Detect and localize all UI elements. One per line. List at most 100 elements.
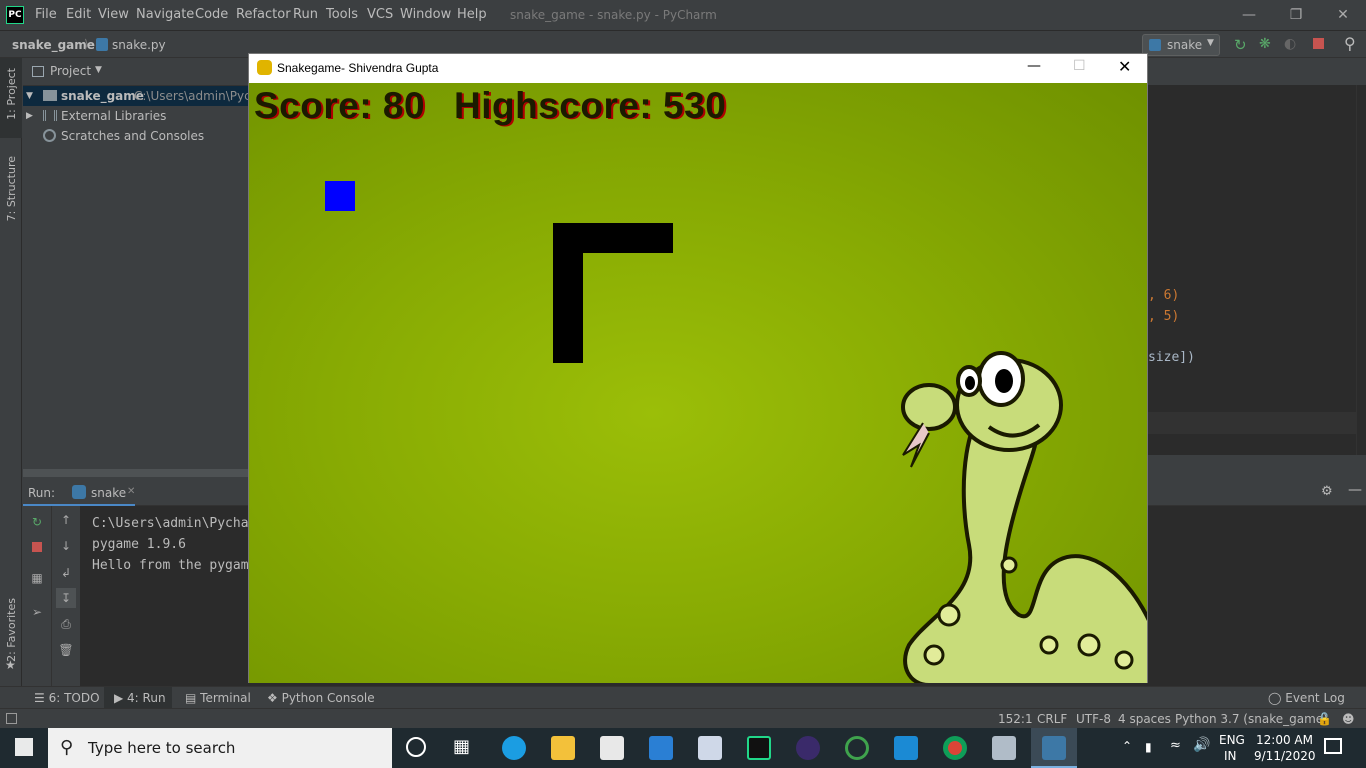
arrow-down-icon[interactable]: ↓ [56,536,76,556]
tree-item-snake-game[interactable]: ▼ snake_game C:\Users\admin\Pych [23,86,248,106]
project-view-icon [32,66,44,77]
score-label: Score: 80 [254,85,426,126]
notification-icon[interactable] [1324,738,1342,754]
breadcrumb-file[interactable]: snake.py [112,38,166,52]
rerun-icon[interactable]: ↻ [1234,36,1247,54]
tab-structure[interactable]: 7: Structure [5,156,18,221]
indent-setting[interactable]: 4 spaces [1118,712,1171,726]
tab-project[interactable]: 1: Project [5,68,18,120]
window-title: snake_game - snake.py - PyCharm [510,8,717,22]
game-canvas[interactable]: Score: 80 Highscore: 530 [249,83,1147,683]
task-view-icon[interactable]: ▦ [453,736,470,757]
file-encoding[interactable]: UTF-8 [1076,712,1111,726]
code-editor[interactable]: , 6) , 5) size]) [1148,85,1366,455]
menu-file[interactable]: File [35,7,57,22]
editor-scrollbar[interactable] [1356,85,1366,455]
vscode-icon[interactable] [894,736,918,760]
tab-run[interactable]: ▶ 4: Run [114,691,166,705]
language-region[interactable]: IN [1224,749,1237,763]
pin-icon[interactable]: ➢ [27,602,47,622]
line-separator[interactable]: CRLF [1037,712,1067,726]
lock-icon[interactable]: 🔓 [1317,712,1332,726]
menu-navigate[interactable]: Navigate [136,7,194,22]
game-titlebar[interactable]: Snakegame- Shivendra Gupta — ☐ ✕ [249,54,1147,83]
language-code[interactable]: ENG [1219,733,1245,747]
stop-icon[interactable] [27,538,47,558]
tab-python-console[interactable]: ❖ Python Console [267,691,375,705]
stop-icon[interactable] [1313,38,1324,49]
run-config-select[interactable]: snake ▼ [1142,34,1220,56]
close-tab-icon[interactable]: ✕ [127,486,135,497]
game-maximize-button[interactable]: ☐ [1073,58,1086,74]
breadcrumb-project[interactable]: snake_game [12,38,95,52]
menu-window[interactable]: Window [400,7,451,22]
menu-vcs[interactable]: VCS [367,7,393,22]
pycharm-taskbar-icon[interactable] [747,736,771,760]
print-icon[interactable]: ⎙ [56,614,76,634]
menu-tools[interactable]: Tools [326,7,358,22]
volume-icon[interactable]: 🔊 [1193,737,1210,753]
menu-code[interactable]: Code [195,7,228,22]
tab-todo[interactable]: ☰ 6: TODO [34,691,100,705]
chrome-icon[interactable] [943,736,967,760]
run-tab-label[interactable]: snake [91,486,126,500]
tree-item-scratches[interactable]: Scratches and Consoles [23,126,248,146]
file-explorer-icon[interactable] [551,736,575,760]
coverage-icon[interactable]: ◐ [1284,36,1296,52]
tab-terminal[interactable]: ▤ Terminal [185,691,251,705]
tree-item-label: Scratches and Consoles [61,129,205,143]
eclipse-icon[interactable] [796,736,820,760]
cortana-icon[interactable] [406,737,426,757]
arrow-up-icon[interactable]: ↑ [56,510,76,530]
expand-arrow-icon[interactable]: ▼ [26,86,33,106]
caret-position[interactable]: 152:1 [998,712,1033,726]
chevron-up-icon[interactable]: ⌃ [1122,739,1132,753]
scroll-to-end-icon[interactable]: ↧ [56,588,76,608]
mail-icon[interactable] [649,736,673,760]
minimize-button[interactable]: — [1234,4,1264,26]
tree-item-external-libraries[interactable]: ▶ External Libraries [23,106,248,126]
toggle-tool-windows-icon[interactable] [6,713,17,724]
battery-icon[interactable]: ▮ [1145,740,1152,754]
hide-icon[interactable]: — [1348,482,1362,498]
inspector-icon[interactable]: ☻ [1342,712,1355,726]
layout-icon[interactable]: ▦ [27,568,47,588]
windows-start-icon[interactable] [15,738,33,756]
project-panel-title[interactable]: Project [50,64,91,78]
gear-icon[interactable]: ⚙ [1321,484,1333,499]
rerun-icon[interactable]: ↻ [27,512,47,532]
menu-edit[interactable]: Edit [66,7,91,22]
menu-help[interactable]: Help [457,7,487,22]
store-icon[interactable] [600,736,624,760]
left-tool-strip: 1: Project 7: Structure 2: Favorites ★ [0,58,22,686]
clock-date[interactable]: 9/11/2020 [1254,749,1316,763]
game-minimize-button[interactable]: — [1027,58,1041,74]
pygame-taskbar-icon[interactable] [1042,736,1066,760]
restore-button[interactable]: ❐ [1281,4,1311,26]
trash-icon[interactable]: 🗑 [56,640,76,660]
paint-icon[interactable] [992,736,1016,760]
close-button[interactable]: ✕ [1328,4,1358,26]
menu-refactor[interactable]: Refactor [236,7,291,22]
code-fragment: , 6) [1148,288,1180,303]
menu-run[interactable]: Run [293,7,318,22]
taskbar-search-box[interactable]: ⚲ Type here to search [48,728,392,768]
horizontal-scrollbar[interactable] [23,469,248,477]
game-close-button[interactable]: ✕ [1118,57,1131,76]
expand-arrow-icon[interactable]: ▶ [26,106,33,126]
wifi-icon[interactable]: ≈ [1170,738,1181,753]
game-window[interactable]: Snakegame- Shivendra Gupta — ☐ ✕ Score: … [248,53,1148,683]
debug-icon[interactable]: ❋ [1259,36,1271,52]
python-idle-icon[interactable] [698,736,722,760]
event-log-button[interactable]: ◯ Event Log [1268,691,1345,705]
clock-time[interactable]: 12:00 AM [1256,733,1313,747]
console-line: pygame 1.9.6 [92,537,186,552]
app-icon[interactable] [845,736,869,760]
soft-wrap-icon[interactable]: ↲ [56,563,76,583]
search-icon[interactable]: ⚲ [1344,34,1356,53]
python-interpreter[interactable]: Python 3.7 (snake_game) [1175,712,1328,726]
chevron-down-icon[interactable]: ▼ [95,65,102,75]
menu-view[interactable]: View [98,7,129,22]
edge-icon[interactable] [502,736,526,760]
tab-favorites[interactable]: 2: Favorites [5,598,18,662]
